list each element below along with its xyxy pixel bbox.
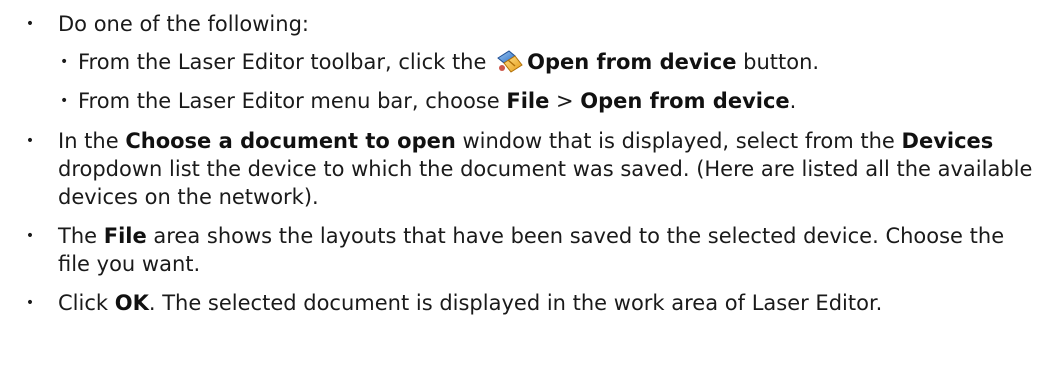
bullet: •	[25, 133, 35, 149]
bullet: •	[25, 295, 35, 311]
step-4-bold-ok: OK	[114, 291, 149, 315]
step-3-bold-file: File	[103, 224, 147, 248]
bullet: •	[60, 93, 69, 109]
sub-step-2-pre: From the Laser Editor menu bar, choose	[78, 89, 507, 113]
sub-step-1-bold: Open from device	[527, 50, 737, 74]
sub-step-2-post: .	[789, 89, 797, 113]
document-body: • Do one of the following: • From the La…	[0, 0, 1047, 386]
bullet: •	[25, 16, 35, 32]
sub-step-2-bold-file: File	[506, 89, 550, 113]
step-2-post: dropdown list the device to which the do…	[58, 157, 1033, 209]
sub-step-2-mid: >	[549, 89, 581, 113]
bullet: •	[60, 54, 69, 70]
step-2-mid: window that is displayed, select from th…	[455, 129, 902, 153]
step-item-1: • Do one of the following: • From the La…	[0, 10, 1047, 116]
step-1-text: Do one of the following:	[58, 12, 309, 36]
step-3-post: area shows the layouts that have been sa…	[58, 224, 1005, 276]
sub-step-item-1: • From the Laser Editor toolbar, click t…	[58, 47, 1035, 77]
step-item-3: • The File area shows the layouts that h…	[0, 222, 1047, 278]
open-from-device-icon	[495, 48, 525, 74]
sub-step-1-post: button.	[736, 50, 820, 74]
step-2-bold-window: Choose a document to open	[125, 129, 456, 153]
step-2-bold-devices: Devices	[901, 129, 994, 153]
sub-step-list: • From the Laser Editor toolbar, click t…	[58, 47, 1035, 116]
sub-step-2-bold-open: Open from device	[580, 89, 790, 113]
step-4-post: . The selected document is displayed in …	[148, 291, 883, 315]
step-2-pre: In the	[58, 129, 126, 153]
step-list: • Do one of the following: • From the La…	[0, 0, 1047, 317]
bullet: •	[25, 228, 35, 244]
sub-step-item-2: • From the Laser Editor menu bar, choose…	[58, 86, 1035, 116]
step-item-2: • In the Choose a document to open windo…	[0, 127, 1047, 211]
step-item-4: • Click OK. The selected document is dis…	[0, 289, 1047, 317]
sub-step-1-pre: From the Laser Editor toolbar, click the	[78, 50, 494, 74]
step-3-pre: The	[58, 224, 104, 248]
step-4-pre: Click	[58, 291, 115, 315]
